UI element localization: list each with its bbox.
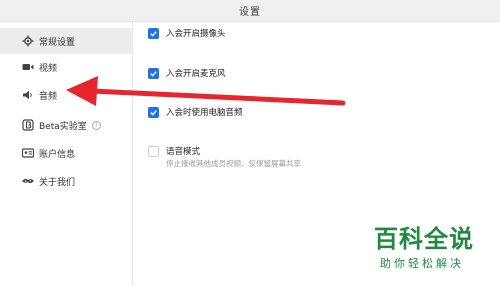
id-card-icon <box>22 147 34 159</box>
sidebar-item-label: 关于我们 <box>39 177 76 188</box>
voice-mode-checkbox[interactable] <box>148 145 159 157</box>
watermark-subtitle: 助你轻松解决 <box>380 257 464 270</box>
sidebar-item-label: Beta实验室 <box>39 121 87 132</box>
option-label: 入会开启麦克风 <box>166 69 226 79</box>
sidebar-item-label: 常规设置 <box>39 37 76 48</box>
sidebar-item-label: 音频 <box>39 91 58 102</box>
option-label: 入会时使用电脑音频 <box>166 108 243 118</box>
settings-sidebar: 常规设置 视频 音频 Beta实验室 ? 账户信息 关于我们 <box>0 22 133 286</box>
computer-audio-checkbox[interactable] <box>148 106 159 118</box>
window-title: 设置 <box>239 7 261 18</box>
sidebar-item-audio[interactable]: 音频 <box>0 82 133 108</box>
watermark-title: 百科全说 <box>374 225 474 253</box>
option-computer-audio: 入会时使用电脑音频 <box>148 106 243 118</box>
help-icon[interactable]: ? <box>91 120 101 130</box>
option-camera: 入会开启摄像头 <box>148 27 226 39</box>
voice-mode-description: 停止接收其他成员视频，仅保留屏幕共享 <box>166 159 301 168</box>
sidebar-item-about[interactable]: 关于我们 <box>0 168 133 194</box>
option-label: 入会开启摄像头 <box>166 29 226 39</box>
sidebar-item-video[interactable]: 视频 <box>0 54 133 80</box>
sidebar-item-account[interactable]: 账户信息 <box>0 140 133 166</box>
sidebar-item-label: 账户信息 <box>39 149 76 160</box>
video-camera-icon <box>22 61 34 73</box>
sidebar-item-general[interactable]: 常规设置 <box>0 28 133 54</box>
title-bar: 设置 <box>0 0 500 22</box>
camera-checkbox[interactable] <box>148 27 159 39</box>
option-label: 语音模式 <box>166 147 201 157</box>
watermark-logo: 百科全说 助你轻松解决 <box>374 225 490 271</box>
sidebar-item-label: 视频 <box>39 63 58 74</box>
speaker-icon <box>22 89 34 101</box>
beta-icon <box>22 119 34 131</box>
gear-icon <box>22 35 34 47</box>
option-microphone: 入会开启麦克风 <box>148 67 226 79</box>
microphone-checkbox[interactable] <box>148 67 159 79</box>
about-logo-icon <box>22 175 34 187</box>
sidebar-item-beta[interactable]: Beta实验室 ? <box>0 112 133 138</box>
option-voice-mode: 语音模式 <box>148 145 200 157</box>
